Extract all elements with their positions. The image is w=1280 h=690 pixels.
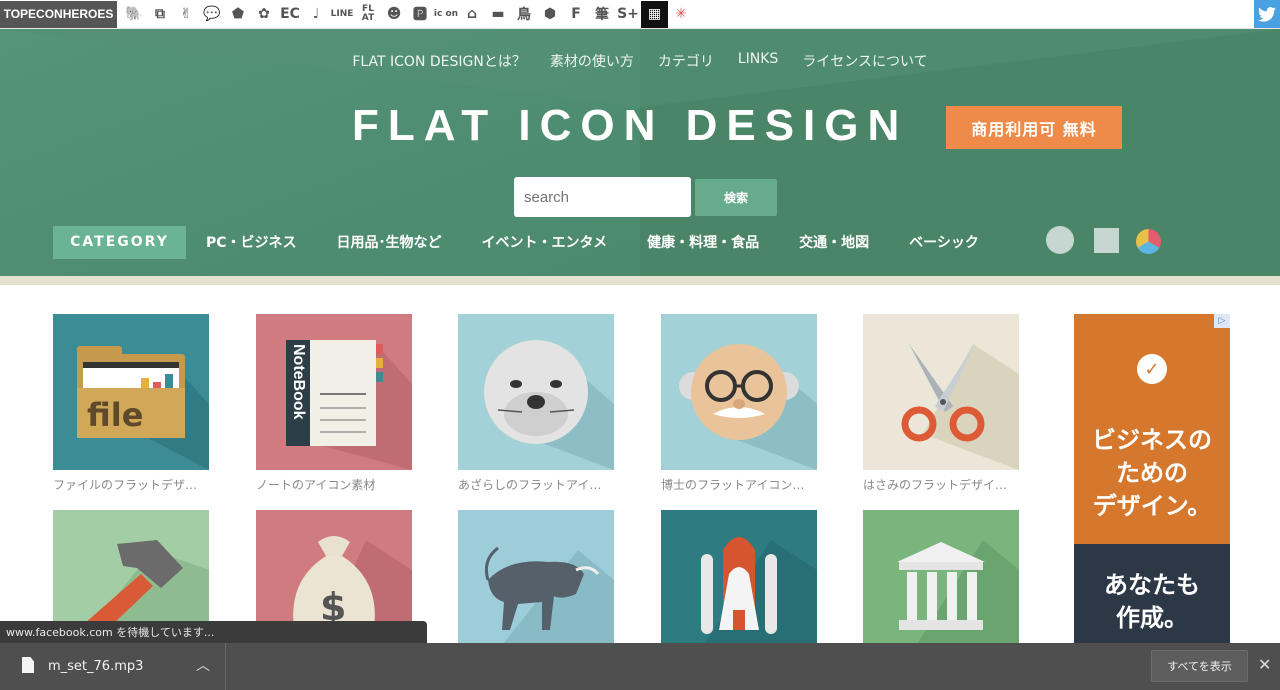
category-daily-goods[interactable]: 日用品･生物など — [317, 232, 462, 252]
nav-links[interactable]: LINKS — [726, 51, 790, 71]
browser-status-bar: www.facebook.com を待機しています... — [0, 621, 427, 643]
icon-caption[interactable]: 博士のフラットアイコン… — [661, 476, 821, 493]
person-icon[interactable]: ✌ — [173, 1, 199, 28]
chevron-up-icon[interactable]: ︿ — [196, 655, 210, 675]
icon-tile-bull[interactable] — [458, 510, 614, 643]
notebook-icon: NoteBook — [286, 340, 412, 470]
bird-kanji-icon[interactable]: 鳥 — [511, 1, 537, 28]
line-icon[interactable]: LINE — [329, 1, 355, 28]
category-basic[interactable]: ベーシック — [889, 232, 999, 252]
icon-tile-space-shuttle[interactable] — [661, 510, 817, 643]
top-site-bar: TOPECONHEROES 🐘 ⧉ ✌ 💬 ⬟ ✿ EC ♩ LINE FL AT ☻ 🅿ic on ⌂… — [0, 0, 1280, 29]
windows-icon[interactable]: ⧉ — [147, 1, 173, 28]
advertisement-banner[interactable]: ✓ ビジネスの ための デザイン。 あなたも 作成。 ▷ — [1074, 314, 1230, 644]
icon-tile-bank[interactable] — [863, 510, 1019, 643]
circle-shape-filter[interactable] — [1046, 226, 1074, 254]
bull-icon — [484, 546, 614, 643]
svg-text:NoteBook: NoteBook — [290, 344, 307, 420]
icon-caption[interactable]: ノートのアイコン素材 — [256, 476, 416, 493]
building-icon[interactable]: ⌂ — [459, 1, 485, 28]
main-nav: FLAT ICON DESIGNとは？ 素材の使い方 カテゴリ LINKS ライ… — [0, 51, 1280, 71]
search-input[interactable] — [514, 177, 691, 217]
square-shape-filter[interactable] — [1094, 228, 1119, 253]
flat-icon[interactable]: FL AT — [355, 1, 381, 28]
site-logo[interactable]: FLAT ICON DESIGN — [352, 101, 908, 151]
nav-about[interactable]: FLAT ICON DESIGNとは？ — [340, 51, 537, 71]
icon-caption[interactable]: ファイルのフラットデザ… — [53, 476, 213, 493]
search-button[interactable]: 検索 — [695, 179, 777, 216]
brand-logo[interactable]: TOPECONHEROES — [0, 0, 117, 28]
icon-tile-notebook[interactable]: NoteBook — [256, 314, 412, 470]
category-transport-map[interactable]: 交通・地図 — [779, 232, 889, 252]
smiley-icon[interactable]: ☻ — [381, 1, 407, 28]
download-item[interactable]: m_set_76.mp3 ︿ — [0, 643, 226, 690]
space-shuttle-icon — [701, 537, 817, 643]
category-bar: CATEGORY PC・ビジネス 日用品･生物など イベント・エンタメ 健康・料… — [53, 225, 999, 259]
hero-header: FLAT ICON DESIGNとは？ 素材の使い方 カテゴリ LINKS ライ… — [0, 29, 1280, 276]
burst-icon[interactable]: ✳ — [668, 1, 694, 28]
ec-icon[interactable]: EC — [277, 1, 303, 28]
s-plus-icon[interactable]: S+ — [615, 1, 641, 28]
category-event-entertainment[interactable]: イベント・エンタメ — [462, 232, 628, 252]
category-label: CATEGORY — [53, 225, 186, 259]
seal-icon — [484, 340, 614, 470]
download-shelf: m_set_76.mp3 ︿ すべてを表示 ✕ — [0, 643, 1280, 690]
download-file-name: m_set_76.mp3 — [48, 659, 144, 674]
adchoices-icon[interactable]: ▷ — [1214, 314, 1230, 328]
scissors-icon — [901, 344, 1019, 470]
multicolor-filter[interactable] — [1136, 229, 1161, 254]
hexagon-icon[interactable]: ⬢ — [537, 1, 563, 28]
svg-text:file: file — [87, 396, 143, 434]
icon-tile-scissors[interactable] — [863, 314, 1019, 470]
brush-kanji-icon[interactable]: 筆 — [589, 1, 615, 28]
parking-icon[interactable]: 🅿 — [407, 1, 433, 28]
check-icon: ✓ — [1137, 354, 1167, 384]
show-all-downloads-button[interactable]: すべてを表示 — [1151, 650, 1248, 682]
nav-category[interactable]: カテゴリ — [646, 51, 726, 71]
nav-license[interactable]: ライセンスについて — [790, 51, 939, 71]
category-pc-business[interactable]: PC・ビジネス — [186, 232, 317, 252]
grid-icon[interactable]: ▦ — [641, 0, 668, 28]
elephant-icon[interactable]: 🐘 — [121, 1, 147, 28]
folder-file-icon: file — [77, 346, 209, 470]
ad-subline: あなたも 作成。 — [1104, 571, 1200, 632]
speech-bubble-icon[interactable]: 💬 — [199, 1, 225, 28]
file-icon — [22, 657, 34, 673]
icon-text-icon[interactable]: ic on — [433, 1, 459, 28]
twitter-icon[interactable] — [1254, 0, 1280, 28]
gear-icon[interactable]: ✿ — [251, 1, 277, 28]
icon-caption[interactable]: はさみのフラットデザイ… — [863, 476, 1023, 493]
icon-tile-folder[interactable]: file — [53, 314, 209, 470]
ad-headline: ビジネスの ための デザイン。 — [1092, 426, 1212, 520]
hero-bottom-stripe — [0, 276, 1280, 285]
free-commercial-badge: 商用利用可 無料 — [946, 106, 1122, 149]
music-note-icon[interactable]: ♩ — [303, 1, 329, 28]
icon-caption[interactable]: あざらしのフラットアイ… — [458, 476, 618, 493]
icon-tile-professor[interactable] — [661, 314, 817, 470]
tag-icon[interactable]: ⬟ — [225, 1, 251, 28]
professor-icon — [679, 344, 817, 470]
bed-icon[interactable]: ▬ — [485, 1, 511, 28]
close-icon[interactable]: ✕ — [1258, 655, 1271, 674]
category-health-food[interactable]: 健康・料理・食品 — [627, 232, 779, 252]
icon-tile-seal[interactable] — [458, 314, 614, 470]
f-letter-icon[interactable]: F — [563, 1, 589, 28]
nav-usage[interactable]: 素材の使い方 — [538, 51, 646, 71]
site-links: 🐘 ⧉ ✌ 💬 ⬟ ✿ EC ♩ LINE FL AT ☻ 🅿ic on ⌂ ▬ 鳥 ⬢ F 筆 S+ ▦ ✳ — [121, 0, 694, 28]
bank-building-icon — [897, 540, 1019, 643]
